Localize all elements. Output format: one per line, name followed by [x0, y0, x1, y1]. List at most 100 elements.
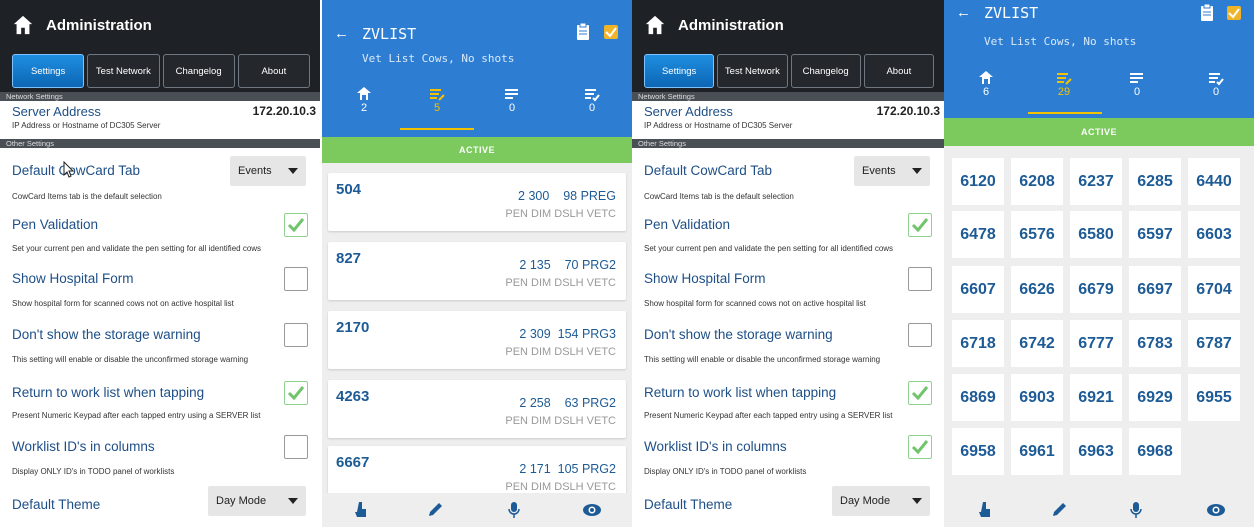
grid-cell[interactable]: 6576 — [1011, 211, 1063, 258]
storage-warning-checkbox[interactable] — [908, 323, 932, 347]
list-item[interactable]: 827 2 135 70 PRG2 PEN DIM DSLH VETC — [328, 242, 626, 300]
hand-icon[interactable] — [354, 501, 368, 519]
grid-cell[interactable]: 6285 — [1129, 158, 1181, 205]
storage-warning-checkbox[interactable] — [284, 323, 308, 347]
checkbox-icon[interactable] — [1227, 6, 1241, 20]
grid-cell[interactable]: 6478 — [952, 211, 1004, 258]
tab-list[interactable]: 0 — [1107, 70, 1167, 98]
column-header: PEN DIM DSLH VETC — [505, 481, 616, 493]
grid-cell[interactable]: 6120 — [952, 158, 1004, 205]
tab-test-network[interactable]: Test Network — [717, 54, 788, 88]
active-tab-indicator — [1028, 112, 1102, 114]
default-theme-row: Default Theme Day Mode — [632, 483, 944, 523]
eye-icon[interactable] — [582, 501, 602, 519]
tab-cows[interactable]: 6 — [956, 70, 1016, 98]
grid-cell[interactable]: 6603 — [1188, 211, 1240, 258]
worklist-columns-label: Worklist ID's in columns — [644, 439, 787, 454]
cow-values: 2 309 154 PRG3 — [519, 327, 616, 341]
grid-cell[interactable]: 6903 — [1011, 374, 1063, 421]
worklist-columns-checkbox[interactable] — [908, 435, 932, 459]
grid-cell[interactable]: 6783 — [1129, 320, 1181, 367]
cowcard-tab-row: Default CowCard Tab Events CowCard Items… — [632, 148, 944, 203]
grid-cell[interactable]: 6921 — [1070, 374, 1122, 421]
clipboard-icon[interactable] — [1200, 4, 1214, 22]
return-to-worklist-label: Return to work list when tapping — [644, 385, 837, 400]
grid-cell[interactable]: 6626 — [1011, 266, 1063, 313]
pen-validation-row: Pen Validation Set your current pen and … — [0, 203, 320, 259]
edit-icon[interactable] — [426, 501, 444, 519]
tab-list[interactable]: 0 — [482, 86, 542, 114]
edit-icon[interactable] — [1050, 501, 1068, 519]
storage-warning-row: Don't show the storage warning This sett… — [632, 315, 944, 371]
back-arrow-icon[interactable]: ← — [334, 25, 349, 42]
tab-cows[interactable]: 2 — [334, 86, 394, 114]
default-theme-dropdown[interactable]: Day Mode — [832, 486, 930, 516]
grid-cell[interactable]: 6237 — [1070, 158, 1122, 205]
tab-settings[interactable]: Settings — [644, 54, 715, 88]
tab-changelog[interactable]: Changelog — [162, 54, 235, 88]
grid-cell[interactable]: 6958 — [952, 428, 1004, 475]
cowcard-tab-dropdown[interactable]: Events — [854, 156, 930, 186]
server-address-row[interactable]: Server Address 172.20.10.3 IP Address or… — [632, 101, 944, 139]
checkbox-icon[interactable] — [604, 25, 618, 39]
cow-values: 2 171 105 PRG2 — [519, 462, 616, 476]
cow-values: 2 258 63 PRG2 — [519, 396, 616, 410]
cow-id: 6667 — [336, 454, 370, 471]
worklist-columns-desc: Display ONLY ID's in TODO panel of workl… — [12, 467, 175, 476]
server-address-label: Server Address — [12, 104, 101, 119]
return-to-worklist-desc: Present Numeric Keypad after each tapped… — [12, 411, 261, 420]
grid-cell[interactable]: 6961 — [1011, 428, 1063, 475]
tab-changelog[interactable]: Changelog — [790, 54, 861, 88]
grid-cell[interactable]: 6597 — [1129, 211, 1181, 258]
list-icon — [505, 89, 518, 99]
tab-about[interactable]: About — [863, 54, 934, 88]
home-icon[interactable] — [644, 14, 666, 36]
hospital-form-checkbox[interactable] — [908, 267, 932, 291]
home-icon[interactable] — [12, 14, 34, 36]
list-item[interactable]: 504 2 300 98 PREG PEN DIM DSLH VETC — [328, 173, 626, 231]
tab-settings[interactable]: Settings — [12, 54, 85, 88]
tab-todo[interactable]: 5 — [407, 86, 467, 114]
clipboard-icon[interactable] — [576, 23, 590, 41]
grid-cell[interactable]: 6963 — [1070, 428, 1122, 475]
grid-cell[interactable]: 6787 — [1188, 320, 1240, 367]
grid-cell[interactable]: 6580 — [1070, 211, 1122, 258]
grid-cell[interactable]: 6679 — [1070, 266, 1122, 313]
grid-cell[interactable]: 6929 — [1129, 374, 1181, 421]
hospital-form-checkbox[interactable] — [284, 267, 308, 291]
cowcard-tab-dropdown[interactable]: Events — [230, 156, 306, 186]
settings-top-bar: Administration — [0, 0, 320, 50]
tab-about[interactable]: About — [237, 54, 310, 88]
default-theme-dropdown[interactable]: Day Mode — [208, 486, 306, 516]
mic-icon[interactable] — [1130, 501, 1142, 519]
grid-cell[interactable]: 6208 — [1011, 158, 1063, 205]
return-to-worklist-checkbox[interactable] — [284, 381, 308, 405]
tab-done[interactable]: 0 — [1186, 70, 1246, 98]
tab-todo[interactable]: 29 — [1034, 70, 1094, 98]
grid-cell[interactable]: 6777 — [1070, 320, 1122, 367]
hand-icon[interactable] — [978, 501, 992, 519]
grid-cell[interactable]: 6440 — [1188, 158, 1240, 205]
pen-validation-checkbox[interactable] — [908, 213, 932, 237]
grid-cell[interactable]: 6697 — [1129, 266, 1181, 313]
return-to-worklist-checkbox[interactable] — [908, 381, 932, 405]
grid-cell[interactable]: 6718 — [952, 320, 1004, 367]
grid-cell[interactable]: 6968 — [1129, 428, 1181, 475]
worklist-columns-checkbox[interactable] — [284, 435, 308, 459]
grid-cell[interactable]: 6742 — [1011, 320, 1063, 367]
mic-icon[interactable] — [508, 501, 520, 519]
eye-icon[interactable] — [1206, 501, 1226, 519]
status-bar: ACTIVE — [944, 118, 1254, 146]
grid-cell[interactable]: 6607 — [952, 266, 1004, 313]
tab-done[interactable]: 0 — [562, 86, 622, 114]
count-todo: 29 — [1057, 86, 1071, 98]
grid-cell[interactable]: 6869 — [952, 374, 1004, 421]
list-item[interactable]: 4263 2 258 63 PRG2 PEN DIM DSLH VETC — [328, 380, 626, 438]
pen-validation-checkbox[interactable] — [284, 213, 308, 237]
back-arrow-icon[interactable]: ← — [956, 4, 971, 21]
tab-test-network[interactable]: Test Network — [87, 54, 160, 88]
grid-cell[interactable]: 6955 — [1188, 374, 1240, 421]
server-address-row[interactable]: Server Address 172.20.10.3 IP Address or… — [0, 101, 320, 139]
list-item[interactable]: 2170 2 309 154 PRG3 PEN DIM DSLH VETC — [328, 311, 626, 369]
grid-cell[interactable]: 6704 — [1188, 266, 1240, 313]
